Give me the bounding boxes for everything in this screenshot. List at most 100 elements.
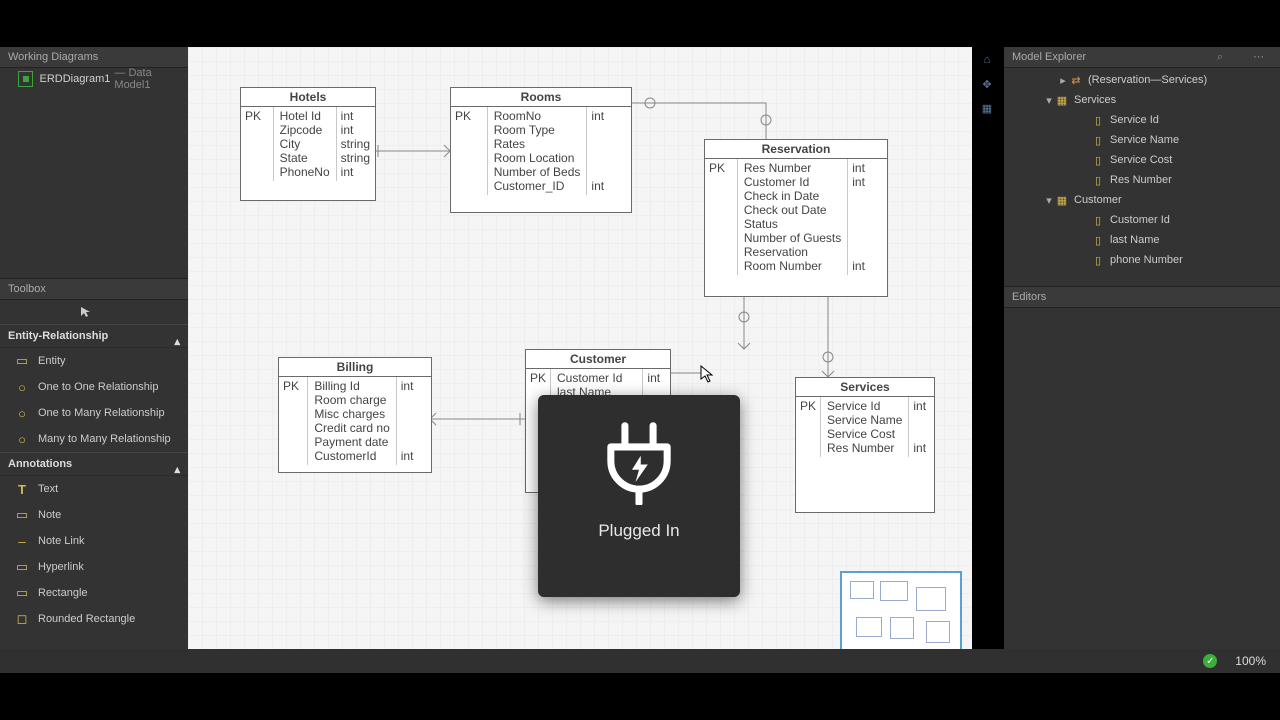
tool-label: Entity <box>38 355 66 367</box>
toolbox-item[interactable]: ◻Rounded Rectangle <box>0 606 188 632</box>
field-type <box>913 413 930 427</box>
model-explorer-header: Model Explorer ⌕ ⋯ <box>1004 47 1280 68</box>
plug-icon <box>595 417 683 505</box>
diagram-tab-erd1[interactable]: ERDDiagram1 — Data Model1 <box>0 68 188 90</box>
tool-icon: ◻ <box>14 611 30 627</box>
pointer-icon <box>80 306 92 318</box>
tree-node[interactable]: ▸▯last Name <box>1004 230 1280 250</box>
field-name: Check out Date <box>744 203 841 217</box>
tree-node-label: (Reservation—Services) <box>1088 74 1207 86</box>
tree-node-icon: ▯ <box>1090 174 1106 187</box>
field-type <box>591 137 627 151</box>
pk-cell <box>709 217 733 231</box>
panel-menu-icon[interactable]: ⋯ <box>1253 47 1264 67</box>
field-type <box>852 245 883 259</box>
pk-cell <box>709 245 733 259</box>
tree-node-icon: ▯ <box>1090 114 1106 127</box>
tree-node[interactable]: ▸▯phone Number <box>1004 250 1280 270</box>
zoom-level[interactable]: 100% <box>1235 654 1266 668</box>
tree-node[interactable]: ▸⇄ (Reservation—Services) <box>1004 70 1280 90</box>
entity-rooms[interactable]: RoomsPKRoomNoRoom TypeRatesRoom Location… <box>450 87 632 213</box>
tool-icon: – <box>14 534 30 549</box>
chevron-up-icon: ▴ <box>174 459 180 481</box>
workspace: Working Diagrams ERDDiagram1 — Data Mode… <box>0 47 1280 673</box>
entity-billing[interactable]: BillingPKBilling IdRoom chargeMisc charg… <box>278 357 432 473</box>
toolbox-item[interactable]: ▭Rectangle <box>0 580 188 606</box>
field-name: City <box>280 137 330 151</box>
tool-icon: ○ <box>14 380 30 395</box>
tree-node[interactable]: ▾▦Customer <box>1004 190 1280 210</box>
tool-icon: ▭ <box>14 507 30 523</box>
tree-node[interactable]: ▸▯Service Id <box>1004 110 1280 130</box>
tool-icon: ▭ <box>14 353 30 369</box>
tree-node-icon: ▯ <box>1090 234 1106 247</box>
toolbox-pointer-tool[interactable] <box>0 300 188 324</box>
tool-icon: ▭ <box>14 585 30 601</box>
field-name: RoomNo <box>494 109 581 123</box>
tree-node[interactable]: ▾▦Services <box>1004 90 1280 110</box>
pk-cell <box>709 189 733 203</box>
entity-title: Hotels <box>241 88 375 107</box>
toolbox-item[interactable]: ○One to Many Relationship <box>0 400 188 426</box>
pk-cell <box>283 449 303 463</box>
field-type <box>852 189 883 203</box>
field-name: Zipcode <box>280 123 330 137</box>
tool-icon: ○ <box>14 406 30 421</box>
pk-cell: PK <box>455 109 483 123</box>
entity-services[interactable]: ServicesPKService IdService NameService … <box>795 377 935 513</box>
field-type <box>401 407 427 421</box>
field-type <box>591 123 627 137</box>
pk-cell <box>709 231 733 245</box>
tool-icon: ▭ <box>14 559 30 575</box>
tree-node-label: Res Number <box>1110 174 1172 186</box>
toolbox-item[interactable]: ○One to One Relationship <box>0 374 188 400</box>
home-view-icon[interactable]: ⌂ <box>976 49 998 71</box>
field-name: State <box>280 151 330 165</box>
tree-node[interactable]: ▸▯Customer Id <box>1004 210 1280 230</box>
pk-cell <box>245 137 269 151</box>
diagram-canvas[interactable]: HotelsPKHotel IdZipcodeCityStatePhoneNoi… <box>188 47 972 673</box>
tree-twisty-icon[interactable]: ▾ <box>1044 94 1054 107</box>
tree-node-icon: ▯ <box>1090 214 1106 227</box>
entity-title: Billing <box>279 358 431 377</box>
notification-label: Plugged In <box>552 521 726 541</box>
tree-node[interactable]: ▸▯Service Cost <box>1004 150 1280 170</box>
editors-header: Editors <box>1004 287 1280 308</box>
tree-node-label: Customer <box>1074 194 1122 206</box>
tree-node-label: Customer Id <box>1110 214 1170 226</box>
entity-hotels[interactable]: HotelsPKHotel IdZipcodeCityStatePhoneNoi… <box>240 87 376 201</box>
tree-node[interactable]: ▸▯Service Name <box>1004 130 1280 150</box>
search-icon[interactable]: ⌕ <box>1217 47 1223 67</box>
toolbox-item[interactable]: ▭Hyperlink <box>0 554 188 580</box>
working-diagrams-header: Working Diagrams <box>0 47 188 68</box>
pk-cell <box>455 165 483 179</box>
tree-node[interactable]: ▸▯Res Number <box>1004 170 1280 190</box>
field-type <box>852 217 883 231</box>
grid-view-icon[interactable]: ▦ <box>976 97 998 119</box>
toolbox-section-header[interactable]: Entity-Relationship▴ <box>0 324 188 348</box>
tool-label: Text <box>38 483 58 495</box>
pk-cell <box>455 179 483 193</box>
tree-twisty-icon[interactable]: ▸ <box>1058 74 1068 87</box>
reset-view-icon[interactable]: ✥ <box>976 73 998 95</box>
tree-twisty-icon[interactable]: ▾ <box>1044 194 1054 207</box>
tool-icon: T <box>14 482 30 497</box>
tool-label: Note Link <box>38 535 84 547</box>
field-type <box>852 231 883 245</box>
toolbox-item[interactable]: T Text <box>0 476 188 502</box>
toolbox-section-header[interactable]: Annotations▴ <box>0 452 188 476</box>
entity-reservation[interactable]: ReservationPKRes NumberCustomer IdCheck … <box>704 139 888 297</box>
tree-node-icon: ⇄ <box>1068 74 1084 87</box>
toolbox-item[interactable]: ○Many to Many Relationship <box>0 426 188 452</box>
field-type <box>401 421 427 435</box>
toolbox-item[interactable]: –Note Link <box>0 528 188 554</box>
field-type: int <box>913 399 930 413</box>
toolbox-item[interactable]: ▭Note <box>0 502 188 528</box>
field-name: Number of Beds <box>494 165 581 179</box>
field-type: int <box>852 175 883 189</box>
field-name: PhoneNo <box>280 165 330 179</box>
toolbox-panel: Toolbox Entity-Relationship▴▭Entity○One … <box>0 278 188 632</box>
field-type: int <box>341 109 371 123</box>
toolbox-item[interactable]: ▭ Entity <box>0 348 188 374</box>
pk-cell <box>245 151 269 165</box>
